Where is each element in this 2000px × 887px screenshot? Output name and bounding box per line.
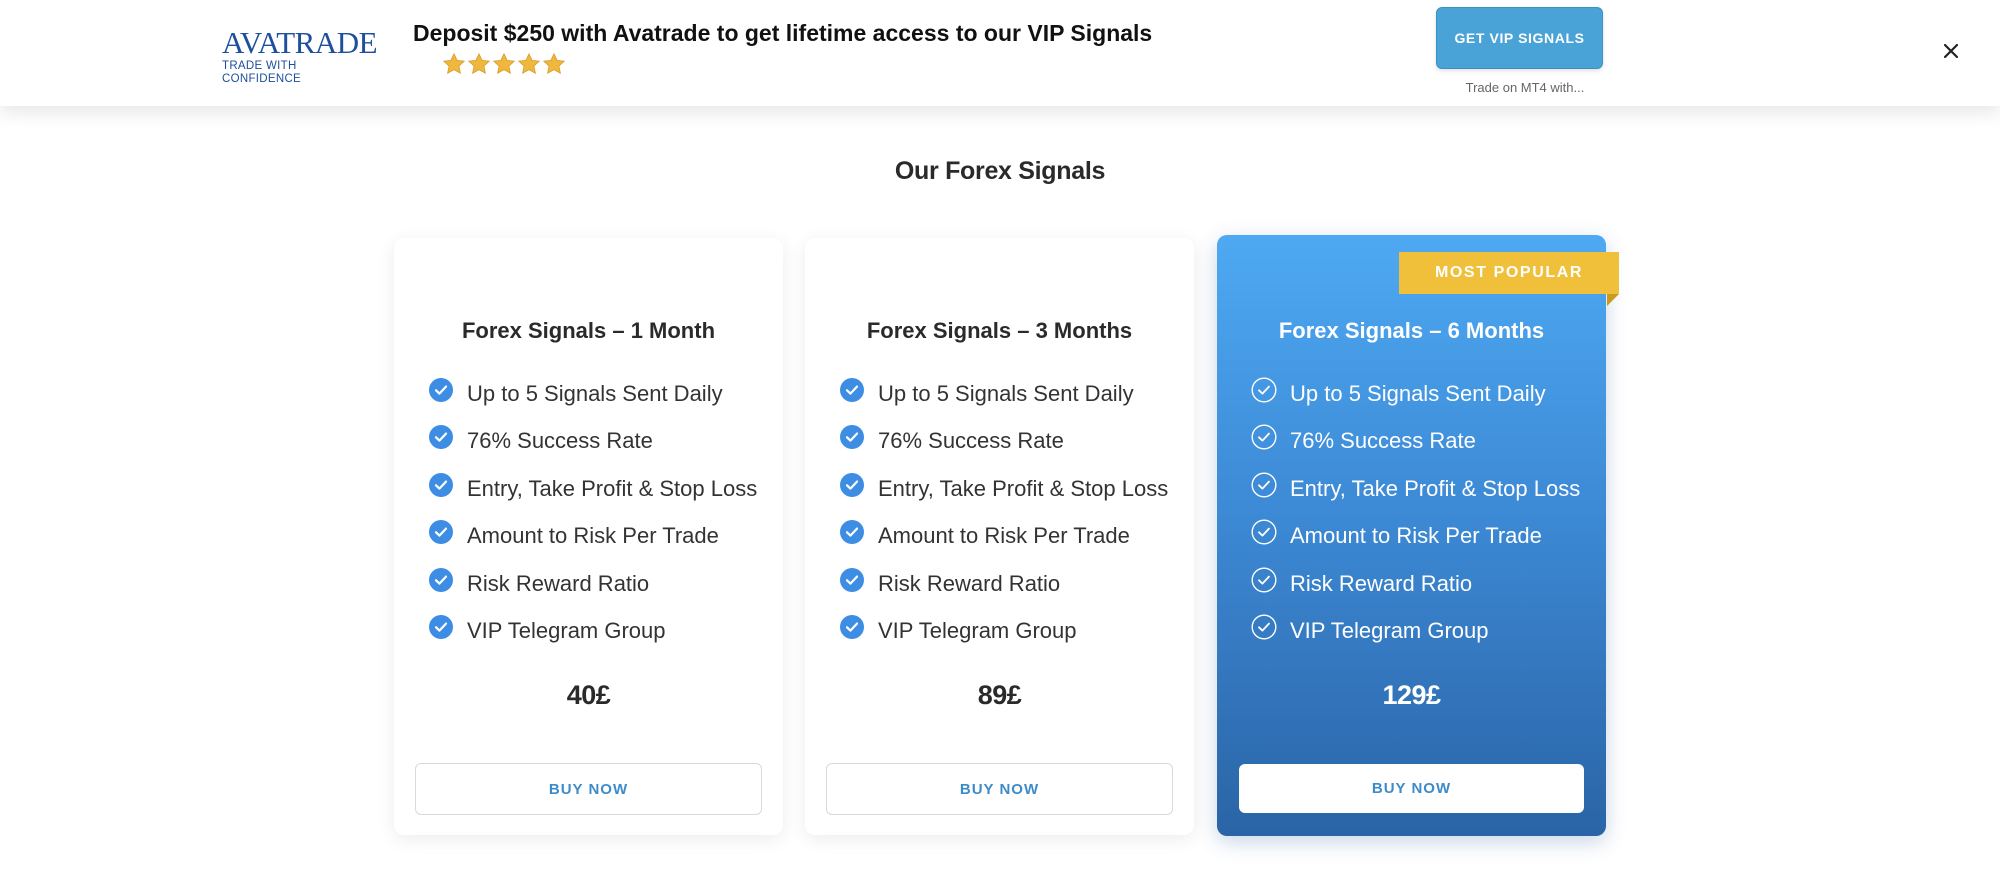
- plan-title: Forex Signals – 6 Months: [1278, 318, 1545, 343]
- check-circle-icon: [429, 520, 453, 545]
- feature-item: Amount to Risk Per Trade: [839, 513, 1168, 561]
- pricing-card-1-month: Forex Signals – 1 Month Up to 5 Signals …: [394, 238, 783, 835]
- feature-label: Amount to Risk Per Trade: [878, 523, 1130, 549]
- feature-label: Amount to Risk Per Trade: [1290, 523, 1542, 549]
- feature-item: Amount to Risk Per Trade: [1251, 513, 1580, 561]
- feature-item: Up to 5 Signals Sent Daily: [1251, 370, 1580, 418]
- feature-label: Amount to Risk Per Trade: [467, 523, 719, 549]
- pricing-card-3-months: Forex Signals – 3 Months Up to 5 Signals…: [805, 238, 1194, 835]
- feature-label: Up to 5 Signals Sent Daily: [878, 380, 1134, 406]
- check-circle-icon: [840, 377, 864, 402]
- feature-label: Risk Reward Ratio: [467, 570, 650, 596]
- check-circle-icon: [1251, 614, 1277, 640]
- check-circle-icon: [429, 425, 453, 450]
- feature-item: Amount to Risk Per Trade: [428, 513, 757, 561]
- feature-label: VIP Telegram Group: [878, 618, 1077, 644]
- feature-item: Up to 5 Signals Sent Daily: [839, 370, 1168, 418]
- feature-item: Entry, Take Profit & Stop Loss: [839, 465, 1168, 513]
- cta-subtext: Trade on MT4 with...: [1465, 80, 1585, 95]
- check-circle-icon: [840, 472, 864, 497]
- badge-fold: [1607, 294, 1619, 306]
- feature-label: Up to 5 Signals Sent Daily: [467, 380, 723, 406]
- feature-label: Up to 5 Signals Sent Daily: [1290, 380, 1546, 406]
- promo-banner: AVATRADE TRADE WITH CONFIDENCE Deposit $…: [0, 0, 2000, 106]
- check-circle-icon: [1251, 567, 1277, 593]
- feature-item: Up to 5 Signals Sent Daily: [428, 370, 757, 418]
- star-icon: [517, 52, 541, 74]
- feature-label: VIP Telegram Group: [1290, 618, 1489, 644]
- feature-item: Risk Reward Ratio: [1251, 560, 1580, 608]
- feature-item: 76% Success Rate: [839, 418, 1168, 466]
- plan-price: 129£: [1382, 680, 1441, 710]
- star-icon: [467, 52, 491, 74]
- feature-label: VIP Telegram Group: [467, 618, 666, 644]
- check-circle-icon: [1251, 424, 1277, 450]
- star-icon: [542, 52, 566, 74]
- buy-now-button[interactable]: BUY NOW: [415, 763, 762, 815]
- check-circle-icon: [1251, 377, 1277, 403]
- buy-now-button[interactable]: BUY NOW: [1239, 764, 1584, 813]
- plan-price: 40£: [566, 680, 611, 710]
- feature-item: VIP Telegram Group: [428, 608, 757, 656]
- check-circle-icon: [429, 472, 453, 497]
- feature-item: 76% Success Rate: [1251, 418, 1580, 466]
- close-icon[interactable]: [1938, 38, 1964, 64]
- section-title: Our Forex Signals: [894, 157, 1106, 185]
- feature-item: VIP Telegram Group: [1251, 608, 1580, 656]
- feature-item: Risk Reward Ratio: [428, 560, 757, 608]
- star-icon: [442, 52, 466, 74]
- logo-wordmark: AVATRADE: [222, 25, 378, 60]
- check-circle-icon: [429, 615, 453, 640]
- get-vip-signals-button[interactable]: GET VIP SIGNALS: [1436, 7, 1603, 69]
- feature-label: 76% Success Rate: [467, 428, 653, 454]
- feature-label: Entry, Take Profit & Stop Loss: [878, 475, 1169, 501]
- buy-now-button[interactable]: BUY NOW: [826, 763, 1173, 815]
- star-icon: [492, 52, 516, 74]
- feature-label: 76% Success Rate: [1290, 428, 1476, 454]
- rating-stars: [442, 52, 566, 76]
- feature-label: Risk Reward Ratio: [1290, 570, 1473, 596]
- most-popular-badge: MOST POPULAR: [1399, 252, 1619, 294]
- feature-item: 76% Success Rate: [428, 418, 757, 466]
- check-circle-icon: [840, 520, 864, 545]
- pricing-card-6-months: Forex Signals – 6 Months Up to 5 Signals…: [1217, 235, 1606, 836]
- feature-label: 76% Success Rate: [878, 428, 1064, 454]
- avatrade-logo[interactable]: AVATRADE TRADE WITH CONFIDENCE: [222, 25, 378, 86]
- check-circle-icon: [1251, 519, 1277, 545]
- check-circle-icon: [840, 567, 864, 592]
- feature-label: Entry, Take Profit & Stop Loss: [467, 475, 758, 501]
- check-circle-icon: [1251, 472, 1277, 498]
- feature-item: VIP Telegram Group: [839, 608, 1168, 656]
- banner-headline: Deposit $250 with Avatrade to get lifeti…: [413, 20, 1153, 46]
- check-circle-icon: [429, 377, 453, 402]
- feature-list: Up to 5 Signals Sent Daily 76% Success R…: [1251, 370, 1580, 655]
- feature-list: Up to 5 Signals Sent Daily 76% Success R…: [839, 370, 1168, 655]
- feature-list: Up to 5 Signals Sent Daily 76% Success R…: [428, 370, 757, 655]
- plan-title: Forex Signals – 3 Months: [866, 318, 1133, 343]
- check-circle-icon: [429, 567, 453, 592]
- logo-tagline: TRADE WITH CONFIDENCE: [222, 60, 302, 85]
- feature-item: Risk Reward Ratio: [839, 560, 1168, 608]
- feature-item: Entry, Take Profit & Stop Loss: [428, 465, 757, 513]
- check-circle-icon: [840, 425, 864, 450]
- plan-title: Forex Signals – 1 Month: [461, 318, 716, 343]
- feature-label: Entry, Take Profit & Stop Loss: [1290, 475, 1581, 501]
- plan-price: 89£: [977, 680, 1022, 710]
- feature-item: Entry, Take Profit & Stop Loss: [1251, 465, 1580, 513]
- check-circle-icon: [840, 615, 864, 640]
- feature-label: Risk Reward Ratio: [878, 570, 1061, 596]
